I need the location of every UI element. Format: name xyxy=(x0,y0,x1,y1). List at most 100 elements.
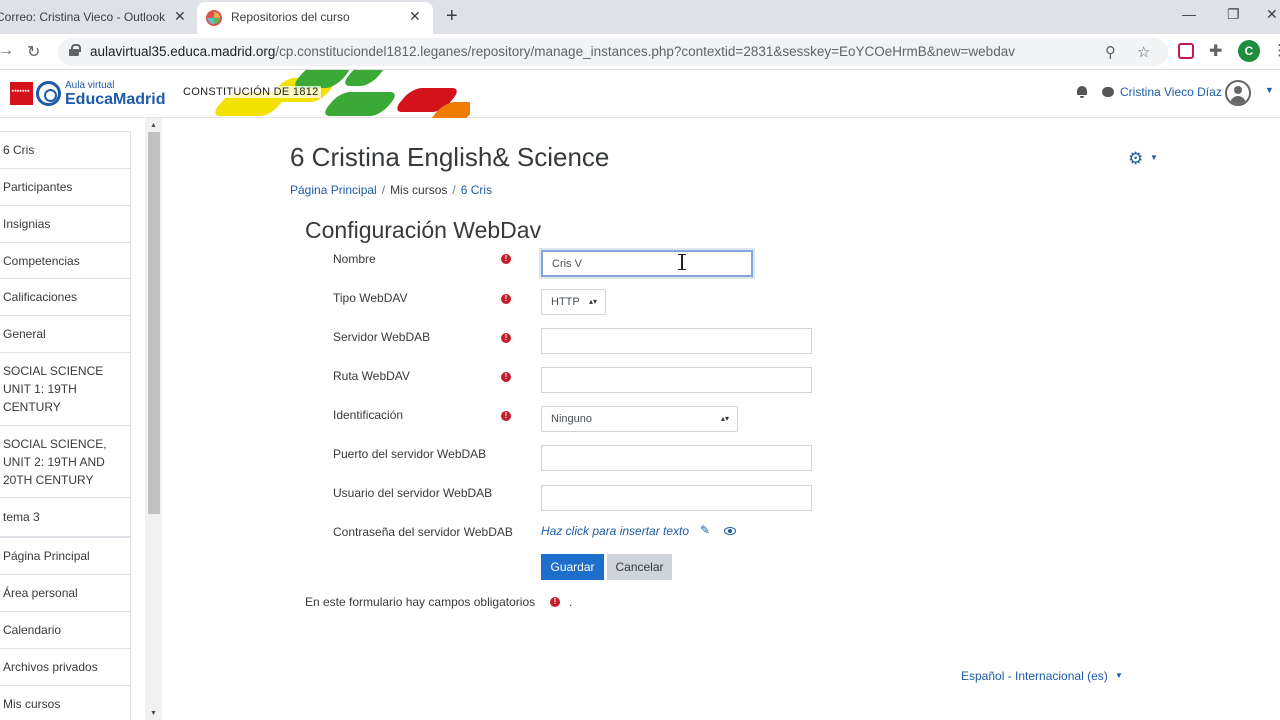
minimize-icon[interactable]: — xyxy=(1182,6,1196,22)
star-icon[interactable]: ☆ xyxy=(1137,43,1150,61)
sidebar-item-label: Calendario xyxy=(3,623,62,637)
chevron-down-icon[interactable]: ▼ xyxy=(1150,153,1158,162)
sidebar-item-label: General xyxy=(3,327,46,341)
chevron-down-icon[interactable]: ▼ xyxy=(1115,671,1123,680)
required-icon: ! xyxy=(550,597,560,607)
ruta-label: Ruta WebDAV xyxy=(333,369,410,383)
sidebar-scroll-thumb[interactable] xyxy=(148,132,160,514)
required-icon: ! xyxy=(501,333,511,343)
pencil-icon[interactable]: ✎ xyxy=(700,523,710,537)
educamadrid-logo-icon[interactable] xyxy=(36,81,61,106)
sidebar-item-label: Competencias xyxy=(3,253,80,268)
forward-icon[interactable]: → xyxy=(0,42,14,60)
restore-icon[interactable]: ❐ xyxy=(1227,6,1240,23)
sidebar-item-tema-3[interactable]: tema 3 xyxy=(0,497,130,536)
scroll-up-icon[interactable]: ▲ xyxy=(150,122,157,129)
school-name: CONSTITUCIÓN DE 1812 xyxy=(181,86,321,98)
url-omnibox[interactable]: aulavirtual35.educa.madrid.org/cp.consti… xyxy=(58,38,1168,66)
sidebar-item-label: Área personal xyxy=(3,586,78,600)
breadcrumb: Página Principal / Mis cursos / 6 Cris xyxy=(290,183,492,197)
select-arrows-icon: ▴▾ xyxy=(588,297,597,306)
site-navbar: Aula virtual EducaMadrid CONSTITUCIÓN DE… xyxy=(0,70,1280,118)
contrasena-label: Contraseña del servidor WebDAB xyxy=(333,525,513,539)
sidebar-item-participantes[interactable]: Participantes xyxy=(0,168,130,205)
required-fields-note: En este formulario hay campos obligatori… xyxy=(305,595,536,609)
user-avatar[interactable] xyxy=(1225,80,1251,106)
browser-tab-repositorios[interactable]: Repositorios del curso ✕ xyxy=(197,2,433,34)
tipo-webdav-label: Tipo WebDAV xyxy=(333,291,408,305)
close-icon[interactable]: ✕ xyxy=(174,8,186,25)
sidebar-item-general[interactable]: General xyxy=(0,315,130,352)
sidebar-item-label: tema 3 xyxy=(3,510,40,524)
sidebar-item-calendario[interactable]: Calendario xyxy=(0,611,130,648)
sidebar-item-archivos-privados[interactable]: Archivos privados xyxy=(0,648,130,685)
breadcrumb-mis-cursos[interactable]: Mis cursos xyxy=(390,183,447,197)
language-selector[interactable]: Español - Internacional (es) xyxy=(961,669,1108,683)
sidebar-item-pagina-principal[interactable]: Página Principal xyxy=(0,536,130,574)
scroll-down-icon[interactable]: ▼ xyxy=(150,710,157,717)
breadcrumb-separator: / xyxy=(452,183,456,197)
tipo-webdav-value: HTTP xyxy=(551,296,580,308)
tab-label: Repositorios del curso xyxy=(231,10,350,24)
chat-icon[interactable] xyxy=(1102,87,1114,97)
browser-tab-outlook[interactable]: Correo: Cristina Vieco - Outlook ✕ xyxy=(0,0,195,34)
identificacion-select[interactable]: Ninguno ▴▾ xyxy=(541,406,738,432)
breadcrumb-pagina-principal[interactable]: Página Principal xyxy=(290,183,377,197)
sidebar-item-label: Página Principal xyxy=(3,549,90,563)
url-host: aulavirtual35.educa.madrid.org xyxy=(90,44,276,59)
page-title: 6 Cristina English& Science xyxy=(290,142,610,172)
close-icon[interactable]: ✕ xyxy=(409,8,421,25)
sidebar-item-competencias[interactable]: Competencias xyxy=(0,242,130,278)
password-insert-link[interactable]: Haz click para insertar texto xyxy=(541,524,689,538)
identificacion-value: Ninguno xyxy=(551,413,592,425)
url-text[interactable]: aulavirtual35.educa.madrid.org/cp.consti… xyxy=(90,44,1015,59)
usuario-label: Usuario del servidor WebDAB xyxy=(333,486,493,500)
address-bar: → ↻ aulavirtual35.educa.madrid.org/cp.co… xyxy=(0,34,1280,70)
new-tab-icon[interactable]: + xyxy=(446,5,458,28)
user-menu-name[interactable]: Cristina Vieco Díaz xyxy=(1120,85,1222,99)
breadcrumb-6-cris[interactable]: 6 Cris xyxy=(461,183,492,197)
course-sidebar: 6 Cris Participantes Insignias Competenc… xyxy=(0,131,131,720)
sidebar-item-label: SOCIAL SCIENCE UNIT 1: 19TH CENTURY xyxy=(3,364,104,414)
required-icon: ! xyxy=(501,372,511,382)
bell-icon[interactable] xyxy=(1076,86,1088,98)
extension-icon[interactable] xyxy=(1178,43,1194,59)
puerto-input[interactable] xyxy=(541,445,812,471)
required-icon: ! xyxy=(501,294,511,304)
tipo-webdav-select[interactable]: HTTP ▴▾ xyxy=(541,289,606,315)
eye-icon[interactable] xyxy=(724,527,736,535)
save-button[interactable]: Guardar xyxy=(541,554,604,580)
puzzle-icon[interactable]: ✚ xyxy=(1209,41,1222,61)
nombre-input[interactable]: Cris V xyxy=(541,250,753,277)
close-window-icon[interactable]: ✕ xyxy=(1266,6,1278,23)
required-icon: ! xyxy=(501,411,511,421)
sidebar-item-label: Mis cursos xyxy=(3,697,61,711)
sidebar-item-area-personal[interactable]: Área personal xyxy=(0,574,130,611)
puerto-label: Puerto del servidor WebDAB xyxy=(333,447,487,461)
required-icon: ! xyxy=(501,254,511,264)
menu-dots-icon[interactable]: ⋮ xyxy=(1272,41,1280,59)
select-arrows-icon: ▴▾ xyxy=(720,414,729,423)
sidebar-item-6-cris[interactable]: 6 Cris xyxy=(0,131,130,168)
browser-tab-bar: Correo: Cristina Vieco - Outlook ✕ Repos… xyxy=(0,0,1280,34)
ruta-input[interactable] xyxy=(541,367,812,393)
servidor-input[interactable] xyxy=(541,328,812,354)
zoom-icon[interactable]: ⚲ xyxy=(1105,43,1116,61)
sidebar-item-insignias[interactable]: Insignias xyxy=(0,205,130,242)
sidebar-item-mis-cursos[interactable]: Mis cursos xyxy=(0,685,130,720)
sidebar-item-social-science-unit-1[interactable]: SOCIAL SCIENCE UNIT 1: 19TH CENTURY xyxy=(0,352,130,425)
sidebar-item-label: Insignias xyxy=(3,217,51,231)
tab-label: Correo: Cristina Vieco - Outlook xyxy=(0,10,166,24)
sidebar-item-calificaciones[interactable]: Calificaciones xyxy=(0,278,130,315)
usuario-input[interactable] xyxy=(541,485,812,511)
gear-icon[interactable]: ⚙ xyxy=(1128,149,1143,169)
logo-subtitle: Aula virtual xyxy=(65,80,115,91)
reload-icon[interactable]: ↻ xyxy=(27,42,40,62)
profile-avatar[interactable]: C xyxy=(1238,40,1260,62)
logo-title[interactable]: EducaMadrid xyxy=(65,91,165,109)
sidebar-item-social-science-unit-2[interactable]: SOCIAL SCIENCE, UNIT 2: 19TH AND 20TH CE… xyxy=(0,425,130,497)
sidebar-item-label: Archivos privados xyxy=(3,660,98,674)
chevron-down-icon[interactable]: ▼ xyxy=(1265,85,1274,95)
cancel-button[interactable]: Cancelar xyxy=(607,554,672,580)
identificacion-label: Identificación xyxy=(333,408,404,422)
